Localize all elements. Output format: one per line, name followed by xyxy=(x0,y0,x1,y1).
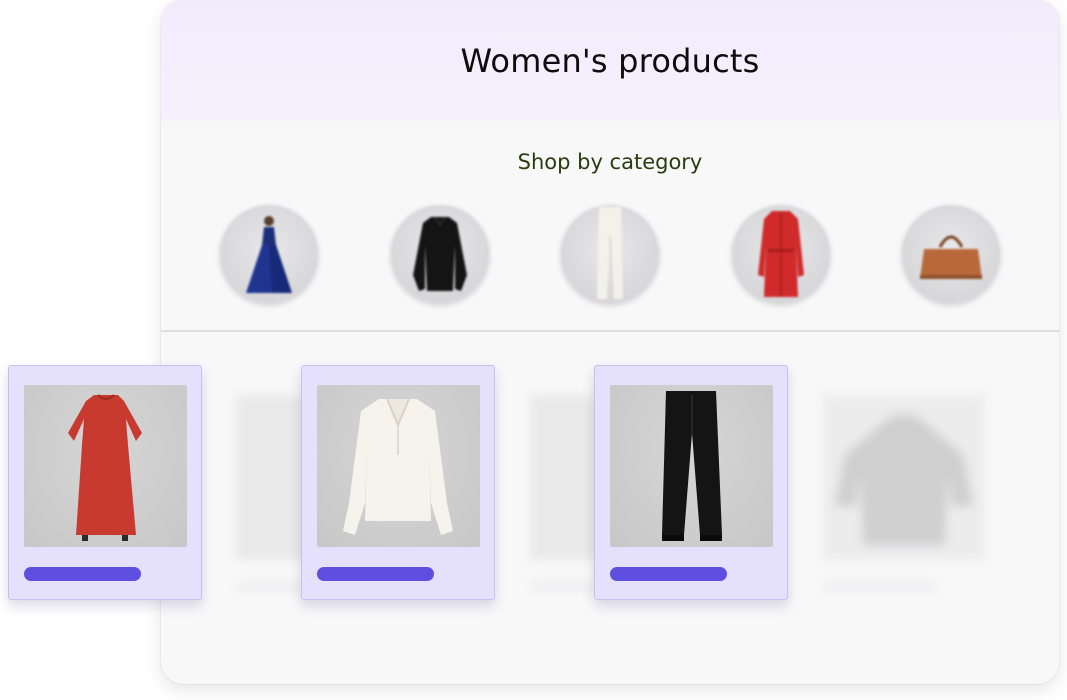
product-image xyxy=(24,385,187,547)
black-trousers-icon xyxy=(662,391,722,541)
product-card-red-dress[interactable] xyxy=(8,365,202,600)
product-card-white-blouse[interactable] xyxy=(301,365,495,600)
panel-header: Women's products xyxy=(161,0,1059,121)
ghost-line xyxy=(823,582,937,590)
product-image xyxy=(317,385,480,547)
ghost-image xyxy=(823,395,985,560)
blue-gown-icon xyxy=(246,216,292,293)
category-dress[interactable] xyxy=(220,205,318,303)
white-trousers-icon xyxy=(597,207,623,300)
white-blouse-icon xyxy=(343,398,453,535)
red-coat-icon xyxy=(758,211,804,297)
category-pants[interactable] xyxy=(561,205,659,303)
product-card-black-trousers[interactable] xyxy=(594,365,788,600)
category-row xyxy=(161,205,1059,303)
stage: Women's products Shop by category xyxy=(0,0,1067,700)
black-shirt-icon xyxy=(413,216,467,291)
category-tops[interactable] xyxy=(391,205,489,303)
product-title-bar xyxy=(24,567,141,581)
ghost-card-sweater xyxy=(823,395,985,615)
category-coats[interactable] xyxy=(732,205,830,303)
page-title: Women's products xyxy=(460,41,760,80)
product-title-bar xyxy=(317,567,434,581)
product-title-bar xyxy=(610,567,727,581)
divider xyxy=(161,330,1059,332)
section-title: Shop by category xyxy=(517,150,703,174)
brown-handbag-icon xyxy=(920,235,982,279)
red-dress-icon xyxy=(68,394,142,541)
sweater-icon xyxy=(835,414,973,545)
category-bags[interactable] xyxy=(902,205,1000,303)
product-image xyxy=(610,385,773,547)
